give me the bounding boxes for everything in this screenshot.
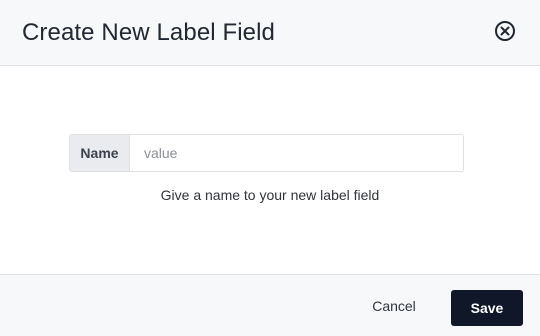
- cancel-button[interactable]: Cancel: [361, 291, 427, 321]
- dialog-body: Name Give a name to your new label field: [0, 66, 540, 274]
- name-field-group: Name: [69, 134, 464, 172]
- dialog-title: Create New Label Field: [22, 18, 275, 46]
- dialog-header: Create New Label Field: [0, 0, 540, 66]
- create-label-field-dialog: Create New Label Field Name Give a name …: [0, 0, 540, 336]
- save-button[interactable]: Save: [451, 290, 523, 326]
- name-help-text: Give a name to your new label field: [160, 187, 380, 203]
- dialog-footer: Cancel Save: [0, 274, 540, 336]
- name-input[interactable]: [130, 135, 463, 171]
- close-button[interactable]: [494, 20, 516, 42]
- close-circle-icon: [495, 20, 515, 41]
- name-field-label: Name: [70, 135, 130, 171]
